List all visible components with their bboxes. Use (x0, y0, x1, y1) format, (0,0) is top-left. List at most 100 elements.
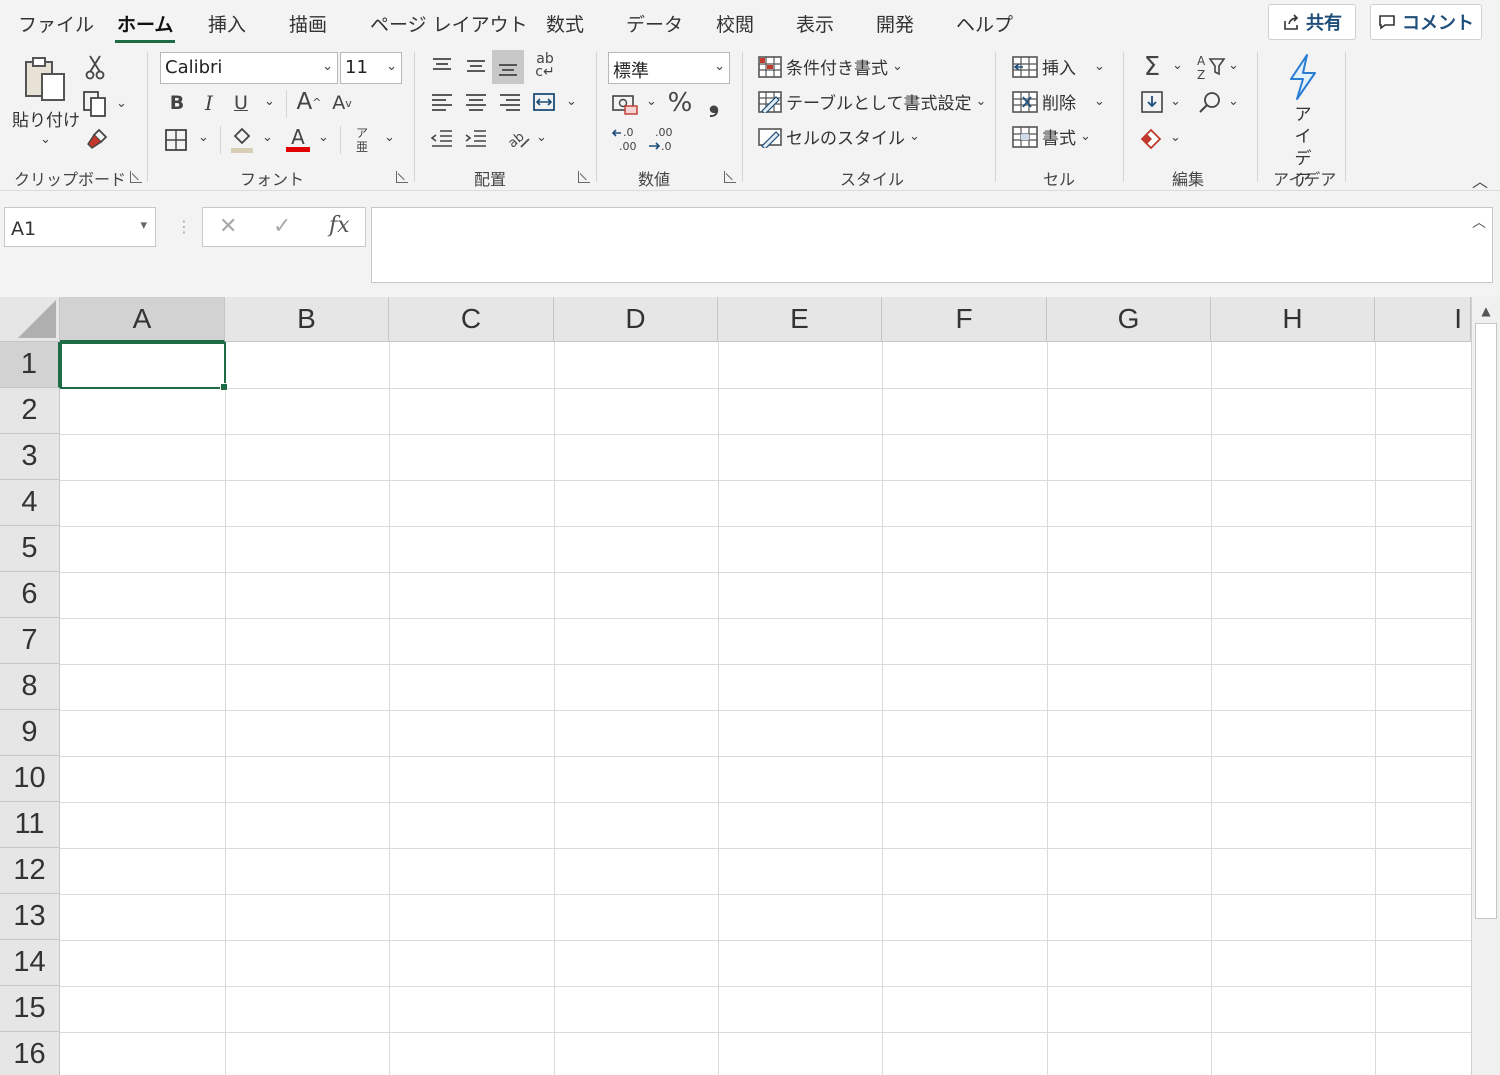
row-header-8[interactable]: 8 (0, 664, 60, 710)
row-header-14[interactable]: 14 (0, 940, 60, 986)
font-color-chevron-down-icon[interactable]: ⌄ (318, 130, 329, 145)
tab-insert[interactable]: 挿入 (208, 10, 246, 37)
row-header-2[interactable]: 2 (0, 388, 60, 434)
row-header-7[interactable]: 7 (0, 618, 60, 664)
conditional-formatting-button[interactable]: 条件付き書式 ⌄ (758, 54, 903, 79)
comment-button[interactable]: コメント (1370, 4, 1482, 40)
row-header-13[interactable]: 13 (0, 894, 60, 940)
paste-chevron-down-icon[interactable]: ⌄ (40, 132, 51, 147)
select-all-corner[interactable] (0, 297, 60, 342)
align-left-icon[interactable] (428, 88, 456, 116)
copy-icon[interactable] (82, 90, 108, 118)
tab-draw[interactable]: 描画 (289, 10, 327, 37)
formula-collapse-chevron-up-icon[interactable]: ︿ (1472, 212, 1486, 232)
bold-button[interactable]: B (166, 92, 188, 114)
row-header-10[interactable]: 10 (0, 756, 60, 802)
row-header-4[interactable]: 4 (0, 480, 60, 526)
underline-chevron-down-icon[interactable]: ⌄ (264, 94, 275, 109)
row-header-15[interactable]: 15 (0, 986, 60, 1032)
underline-button[interactable]: U (230, 92, 252, 114)
font-size-combo[interactable]: 11 ⌄ (340, 52, 402, 84)
tab-home[interactable]: ホーム (114, 10, 176, 43)
merge-chevron-down-icon[interactable]: ⌄ (566, 94, 577, 109)
column-header-e[interactable]: E (718, 297, 882, 342)
confirm-entry-icon[interactable]: ✓ (273, 214, 291, 239)
borders-chevron-down-icon[interactable]: ⌄ (198, 130, 209, 145)
grow-font-button[interactable]: A ^ (296, 88, 322, 116)
accounting-chevron-down-icon[interactable]: ⌄ (646, 94, 657, 109)
increase-decimal-icon[interactable]: .0.00 (610, 124, 640, 154)
wrap-text-icon[interactable]: ab c↵ (532, 52, 558, 80)
phonetic-chevron-down-icon[interactable]: ⌄ (384, 130, 395, 145)
tab-view[interactable]: 表示 (796, 10, 834, 37)
tab-developer[interactable]: 開発 (876, 10, 914, 37)
autosum-chevron-down-icon[interactable]: ⌄ (1172, 58, 1183, 73)
column-header-f[interactable]: F (882, 297, 1047, 342)
column-header-a[interactable]: A (60, 297, 225, 342)
font-color-button[interactable]: A (284, 124, 312, 154)
tab-data[interactable]: データ (626, 10, 683, 37)
borders-icon[interactable] (162, 126, 190, 154)
insert-cells-button[interactable]: 挿入 ⌄ (1012, 54, 1105, 79)
merge-center-icon[interactable] (530, 88, 558, 116)
alignment-launcher-icon[interactable] (578, 171, 590, 183)
fill-icon[interactable] (1138, 88, 1166, 116)
row-header-9[interactable]: 9 (0, 710, 60, 756)
fill-chevron-down-icon[interactable]: ⌄ (1170, 94, 1181, 109)
tab-review[interactable]: 校閲 (716, 10, 754, 37)
clear-chevron-down-icon[interactable]: ⌄ (1170, 130, 1181, 145)
selected-cell-a1[interactable] (60, 342, 228, 391)
column-header-d[interactable]: D (554, 297, 718, 342)
align-right-icon[interactable] (496, 88, 524, 116)
align-center-icon[interactable] (462, 88, 490, 116)
paste-label[interactable]: 貼り付け (12, 106, 80, 131)
insert-function-button[interactable]: fx (329, 213, 350, 238)
row-header-6[interactable]: 6 (0, 572, 60, 618)
align-middle-icon[interactable] (462, 52, 490, 80)
name-box[interactable]: A1 ▾ (4, 207, 156, 247)
shrink-font-button[interactable]: Av (330, 90, 354, 116)
row-header-11[interactable]: 11 (0, 802, 60, 848)
autosum-icon[interactable]: Σ (1138, 52, 1166, 82)
fill-color-chevron-down-icon[interactable]: ⌄ (262, 130, 273, 145)
align-bottom-icon[interactable] (492, 50, 524, 84)
italic-button[interactable]: I (198, 92, 220, 114)
tab-help[interactable]: ヘルプ (956, 10, 1013, 37)
column-header-h[interactable]: H (1211, 297, 1375, 342)
orientation-icon[interactable]: ab (504, 124, 532, 152)
number-launcher-icon[interactable] (724, 171, 736, 183)
comma-style-button[interactable]: ❟ (704, 88, 724, 118)
orientation-chevron-down-icon[interactable]: ⌄ (536, 130, 547, 145)
formula-bar-grip-icon[interactable]: ⋮ (176, 217, 192, 236)
find-select-chevron-down-icon[interactable]: ⌄ (1228, 94, 1239, 109)
align-top-icon[interactable] (428, 52, 456, 80)
clear-icon[interactable] (1138, 124, 1166, 152)
row-header-16[interactable]: 16 (0, 1032, 60, 1075)
share-button[interactable]: 共有 (1268, 4, 1356, 40)
column-header-g[interactable]: G (1047, 297, 1211, 342)
sort-filter-icon[interactable]: AZ (1196, 52, 1226, 82)
paste-icon[interactable] (18, 54, 72, 104)
clipboard-launcher-icon[interactable] (130, 171, 142, 183)
phonetic-guide-button[interactable]: ア 亜 (352, 124, 372, 156)
cancel-entry-icon[interactable]: ✕ (219, 214, 237, 239)
font-name-combo[interactable]: Calibri ⌄ (160, 52, 338, 84)
tab-formulas[interactable]: 数式 (546, 10, 584, 37)
cut-icon[interactable] (84, 54, 106, 80)
format-as-table-button[interactable]: テーブルとして書式設定 ⌄ (758, 89, 986, 114)
cell-styles-button[interactable]: セルのスタイル ⌄ (758, 124, 920, 149)
increase-indent-icon[interactable] (462, 124, 490, 152)
accounting-format-icon[interactable] (610, 90, 640, 118)
row-header-1[interactable]: 1 (0, 342, 60, 388)
column-header-i[interactable]: I (1375, 297, 1471, 342)
formula-input[interactable]: ︿ (371, 207, 1493, 283)
sort-filter-chevron-down-icon[interactable]: ⌄ (1228, 58, 1239, 73)
format-cells-button[interactable]: 書式 ⌄ (1012, 124, 1091, 149)
scrollbar-thumb[interactable] (1475, 323, 1497, 919)
format-painter-icon[interactable] (84, 126, 110, 152)
vertical-scrollbar[interactable]: ▲ (1471, 297, 1500, 1075)
collapse-ribbon-chevron-up-icon[interactable]: ︿ (1472, 168, 1488, 192)
delete-cells-button[interactable]: 削除 ⌄ (1012, 89, 1105, 114)
copy-chevron-down-icon[interactable]: ⌄ (116, 96, 127, 111)
percent-button[interactable]: % (666, 88, 694, 118)
